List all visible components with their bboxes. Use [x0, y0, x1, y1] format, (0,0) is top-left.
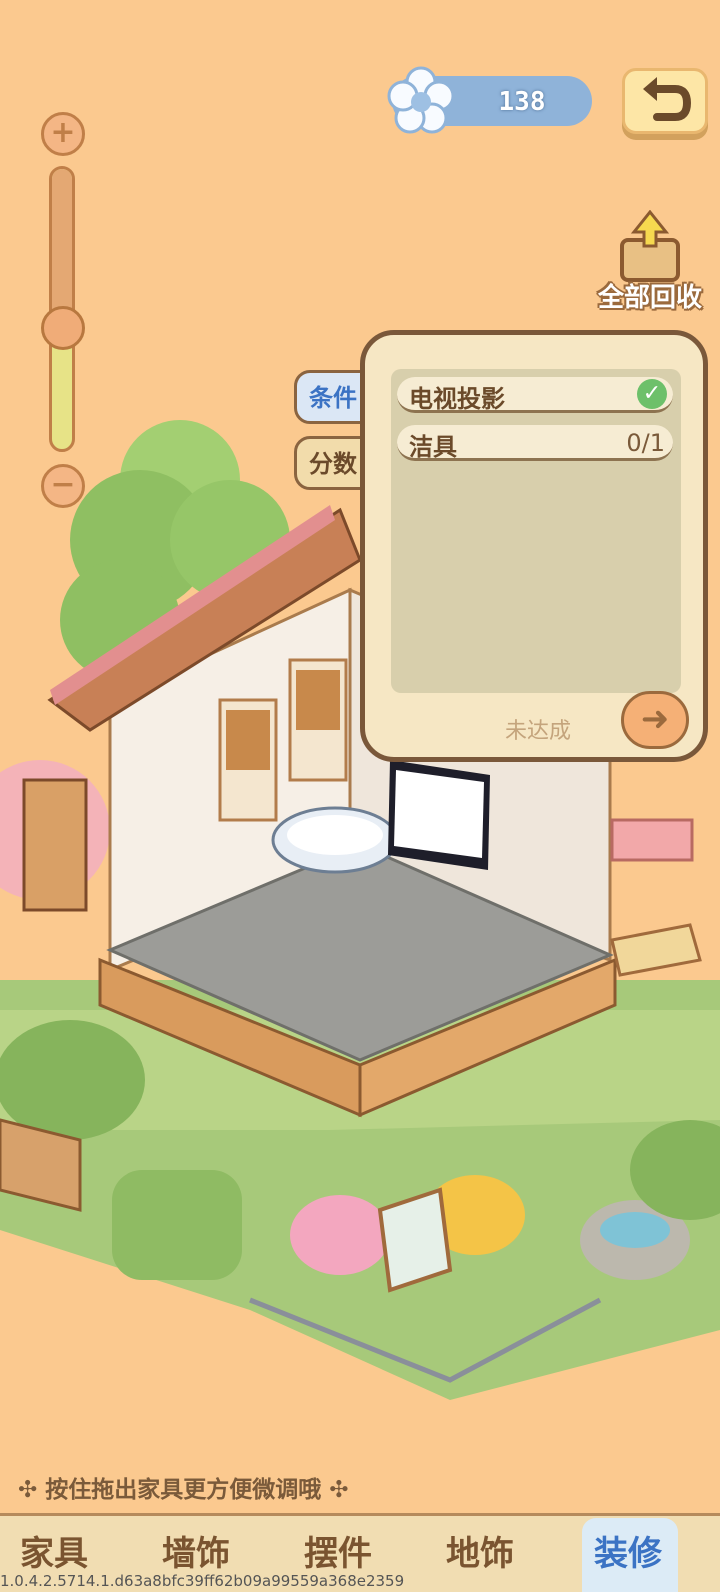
undo-arrow-icon: [643, 77, 692, 121]
condition-progress: 0/1: [626, 429, 665, 457]
flower-icon: [387, 66, 455, 134]
recycle-box-icon: [620, 210, 680, 282]
hint-label: 按住拖出家具更方便微调哦: [45, 1477, 322, 1503]
check-icon: ✓: [637, 379, 667, 409]
zoom-slider-handle[interactable]: [41, 306, 85, 350]
recycle-all-label: 全部回收: [597, 283, 702, 313]
completion-status: 未达成: [505, 719, 572, 744]
minus-icon: −: [50, 467, 76, 502]
condition-label: 电视投影: [409, 385, 505, 413]
currency-value: 138: [498, 87, 546, 117]
tab-renovation[interactable]: 装修: [594, 1526, 662, 1575]
tab-floor-decor[interactable]: 地饰: [446, 1526, 514, 1575]
condition-item: 洁具 0/1: [397, 425, 673, 461]
back-button[interactable]: [622, 68, 708, 134]
tab-furniture[interactable]: 家具: [20, 1526, 88, 1575]
sparkle-icon: ✣: [321, 1477, 349, 1503]
conditions-panel: 电视投影 ✓ 洁具 0/1 未达成 ➜: [360, 330, 708, 762]
zoom-out-button[interactable]: −: [41, 464, 85, 508]
version-text: 1.0.4.2.5714.1.d63a8bfc39ff62b09a99559a3…: [0, 1572, 405, 1590]
hint-text: ✣ 按住拖出家具更方便微调哦 ✣: [18, 1470, 349, 1504]
zoom-slider-fill: [52, 169, 72, 319]
arrow-right-icon: ➜: [640, 699, 670, 739]
conditions-list: 电视投影 ✓ 洁具 0/1: [391, 369, 681, 693]
tab-wall-decor[interactable]: 墙饰: [162, 1526, 230, 1575]
next-button[interactable]: ➜: [621, 691, 689, 749]
condition-item: 电视投影 ✓: [397, 377, 673, 413]
sparkle-icon: ✣: [18, 1477, 46, 1503]
condition-label: 洁具: [409, 433, 457, 461]
tab-ornaments[interactable]: 摆件: [304, 1526, 372, 1575]
zoom-in-button[interactable]: +: [41, 112, 85, 156]
plus-icon: +: [50, 115, 76, 150]
